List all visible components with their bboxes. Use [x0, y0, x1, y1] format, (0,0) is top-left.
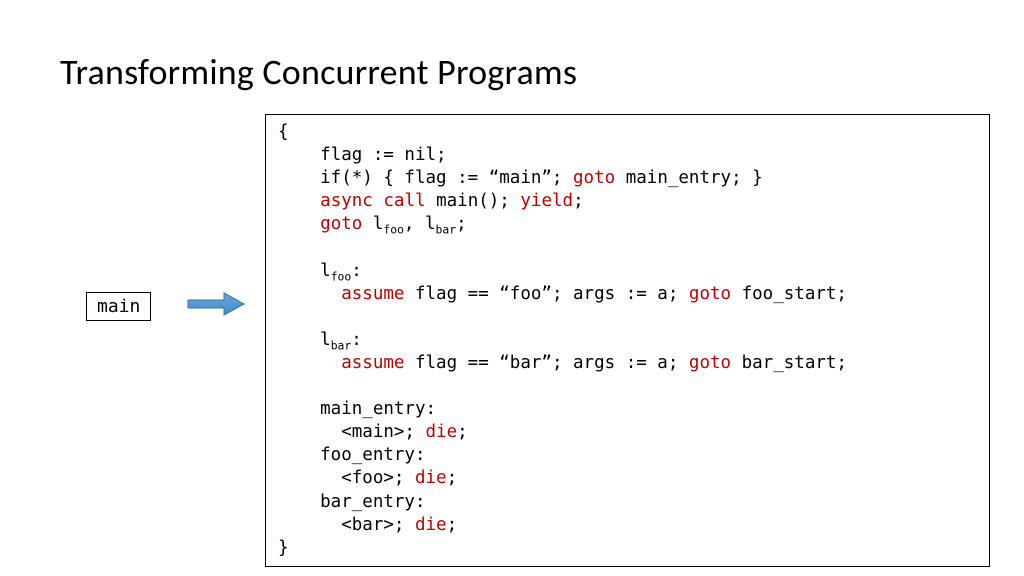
- code-line: if(*) { flag := “main”;: [278, 168, 573, 188]
- kw-yield: yield: [520, 191, 573, 211]
- kw-goto: goto: [689, 353, 731, 373]
- kw-async: async: [320, 191, 373, 211]
- kw-die: die: [415, 515, 447, 535]
- slide-title: Transforming Concurrent Programs: [60, 50, 964, 94]
- arrow-icon: [186, 289, 246, 319]
- kw-die: die: [415, 468, 447, 488]
- code-line: bar_entry:: [278, 492, 426, 512]
- kw-goto: goto: [689, 284, 731, 304]
- main-label-box: main: [86, 292, 151, 321]
- code-line: flag := nil;: [278, 145, 447, 165]
- kw-goto: goto: [573, 168, 615, 188]
- code-line: main_entry:: [278, 399, 436, 419]
- kw-call: call: [383, 191, 425, 211]
- kw-goto: goto: [320, 214, 362, 234]
- code-line: {: [278, 122, 289, 142]
- code-line: foo_entry:: [278, 445, 426, 465]
- code-box: { flag := nil; if(*) { flag := “main”; g…: [265, 114, 990, 567]
- kw-die: die: [426, 422, 458, 442]
- code-line: }: [278, 538, 289, 558]
- kw-assume: assume: [341, 284, 404, 304]
- slide: Transforming Concurrent Programs main { …: [0, 0, 1024, 576]
- kw-assume: assume: [341, 353, 404, 373]
